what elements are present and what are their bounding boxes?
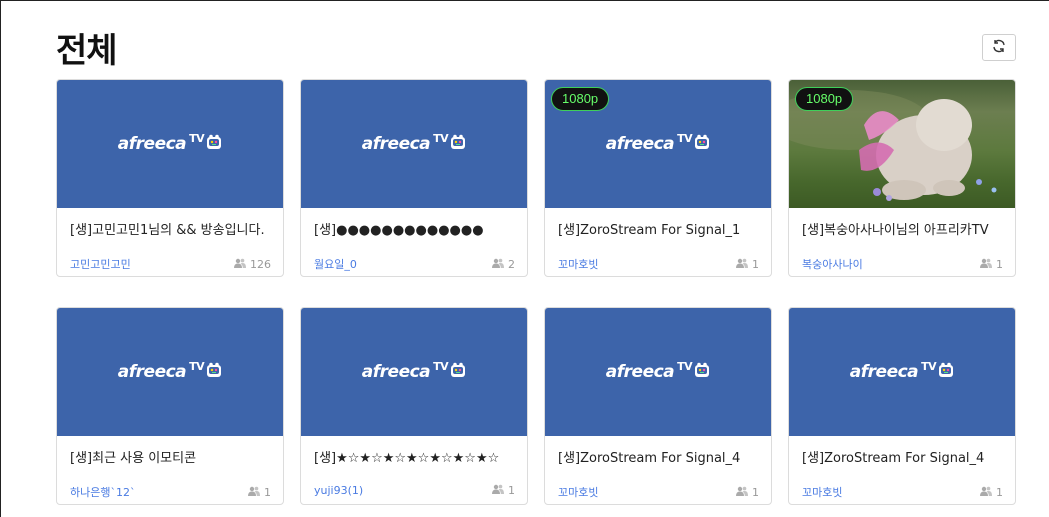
stream-card[interactable]: 1080p [생]복숭아사나이님의 아프리카TV 복숭아사나이 1	[788, 79, 1016, 277]
afreecatv-logo: afreeca TV	[849, 359, 954, 383]
afreecatv-logo: afreeca TV	[117, 131, 222, 155]
afreecatv-logo: afreeca TV	[117, 359, 222, 383]
viewer-count: 1	[248, 486, 271, 499]
tv-character-icon	[694, 362, 710, 383]
viewers-icon	[736, 258, 748, 271]
viewer-count: 1	[736, 258, 759, 271]
streamer-name-link[interactable]: 월요일_0	[314, 256, 357, 272]
stream-meta: 고민고민고민 126	[70, 256, 271, 272]
stream-title[interactable]: [생]최근 사용 이모티콘	[70, 447, 275, 466]
stream-meta: 월요일_0 2	[314, 256, 515, 272]
stream-card[interactable]: afreeca TV [생]★☆★☆★☆★☆★☆★☆★☆ yuji93(1) 1	[300, 307, 528, 505]
viewer-count: 1	[736, 486, 759, 499]
stream-meta: 하나은행`12` 1	[70, 484, 271, 500]
stream-meta: 꼬마호빗 1	[558, 484, 759, 500]
viewer-count: 126	[234, 258, 271, 271]
afreecatv-logo: afreeca TV	[605, 359, 710, 383]
viewer-count-number: 1	[996, 257, 1003, 271]
stream-title[interactable]: [생]ZoroStream For Signal_4	[558, 447, 763, 466]
streamer-name-link[interactable]: 고민고민고민	[70, 256, 131, 272]
viewer-count-number: 1	[752, 257, 759, 271]
tv-character-icon	[206, 362, 222, 383]
refresh-icon	[991, 38, 1007, 58]
viewer-count: 1	[980, 258, 1003, 271]
logo-tv: TV	[677, 131, 693, 145]
stream-title[interactable]: [생]●●●●●●●●●●●●●	[314, 219, 519, 238]
viewer-count-number: 1	[996, 485, 1003, 499]
viewer-count-number: 126	[250, 257, 271, 271]
quality-badge: 1080p	[795, 87, 854, 111]
stream-card[interactable]: afreeca TV 1080p [생]ZoroStream For Signa…	[544, 79, 772, 277]
stream-thumbnail[interactable]: afreeca TV	[57, 80, 283, 208]
quality-badge: 1080p	[551, 87, 610, 111]
page-title: 전체	[56, 31, 118, 71]
tv-character-icon	[206, 134, 222, 155]
streamer-name-link[interactable]: 꼬마호빗	[802, 484, 842, 500]
afreecatv-logo: afreeca TV	[361, 131, 466, 155]
logo-tv: TV	[433, 359, 449, 373]
viewer-count: 2	[492, 258, 515, 271]
stream-meta: yuji93(1) 1	[314, 484, 515, 497]
tv-character-icon	[450, 134, 466, 155]
stream-thumbnail[interactable]: 1080p	[789, 80, 1015, 208]
streamer-name-link[interactable]: 꼬마호빗	[558, 256, 598, 272]
streamer-name-link[interactable]: 복숭아사나이	[802, 256, 863, 272]
viewers-icon	[736, 486, 748, 499]
tv-character-icon	[450, 362, 466, 383]
stream-title[interactable]: [생]고민고민1님의 && 방송입니다.	[70, 219, 275, 238]
stream-thumbnail[interactable]: afreeca TV	[301, 308, 527, 436]
tv-character-icon	[938, 362, 954, 383]
stream-thumbnail[interactable]: afreeca TV	[301, 80, 527, 208]
stream-title[interactable]: [생]★☆★☆★☆★☆★☆★☆★☆	[314, 447, 519, 466]
stream-thumbnail[interactable]: afreeca TV 1080p	[545, 80, 771, 208]
viewers-icon	[980, 486, 992, 499]
stream-title[interactable]: [생]복숭아사나이님의 아프리카TV	[802, 219, 1007, 238]
viewer-count: 1	[980, 486, 1003, 499]
logo-tv: TV	[433, 131, 449, 145]
streamer-name-link[interactable]: 하나은행`12`	[70, 484, 135, 500]
viewers-icon	[248, 486, 260, 499]
refresh-button[interactable]	[982, 34, 1016, 61]
viewer-count-number: 1	[264, 485, 271, 499]
logo-tv: TV	[677, 359, 693, 373]
stream-thumbnail[interactable]: afreeca TV	[545, 308, 771, 436]
stream-title[interactable]: [생]ZoroStream For Signal_1	[558, 219, 763, 238]
streamer-name-link[interactable]: 꼬마호빗	[558, 484, 598, 500]
afreecatv-logo: afreeca TV	[361, 359, 466, 383]
logo-text: afreeca	[849, 362, 919, 382]
logo-tv: TV	[189, 131, 205, 145]
logo-text: afreeca	[605, 134, 675, 154]
stream-meta: 복숭아사나이 1	[802, 256, 1003, 272]
stream-card[interactable]: afreeca TV [생]최근 사용 이모티콘 하나은행`12` 1	[56, 307, 284, 505]
logo-text: afreeca	[117, 362, 187, 382]
stream-card[interactable]: afreeca TV [생]ZoroStream For Signal_4 꼬마…	[544, 307, 772, 505]
viewers-icon	[980, 258, 992, 271]
viewer-count-number: 1	[752, 485, 759, 499]
stream-meta: 꼬마호빗 1	[802, 484, 1003, 500]
stream-thumbnail[interactable]: afreeca TV	[789, 308, 1015, 436]
viewers-icon	[234, 258, 246, 271]
logo-tv: TV	[921, 359, 937, 373]
logo-text: afreeca	[361, 362, 431, 382]
stream-meta: 꼬마호빗 1	[558, 256, 759, 272]
streamer-name-link[interactable]: yuji93(1)	[314, 484, 363, 497]
viewer-count: 1	[492, 484, 515, 497]
logo-text: afreeca	[117, 134, 187, 154]
viewers-icon	[492, 258, 504, 271]
afreecatv-logo: afreeca TV	[605, 131, 710, 155]
tv-character-icon	[694, 134, 710, 155]
stream-title[interactable]: [생]ZoroStream For Signal_4	[802, 447, 1007, 466]
viewer-count-number: 1	[508, 484, 515, 497]
logo-text: afreeca	[605, 362, 675, 382]
stream-card[interactable]: afreeca TV [생]ZoroStream For Signal_4 꼬마…	[788, 307, 1016, 505]
viewers-icon	[492, 484, 504, 497]
stream-card[interactable]: afreeca TV [생]●●●●●●●●●●●●● 월요일_0 2	[300, 79, 528, 277]
stream-grid: afreeca TV [생]고민고민1님의 && 방송입니다. 고민고민고민 1…	[56, 79, 1016, 505]
stream-card[interactable]: afreeca TV [생]고민고민1님의 && 방송입니다. 고민고민고민 1…	[56, 79, 284, 277]
logo-text: afreeca	[361, 134, 431, 154]
stream-thumbnail[interactable]: afreeca TV	[57, 308, 283, 436]
viewer-count-number: 2	[508, 257, 515, 271]
logo-tv: TV	[189, 359, 205, 373]
